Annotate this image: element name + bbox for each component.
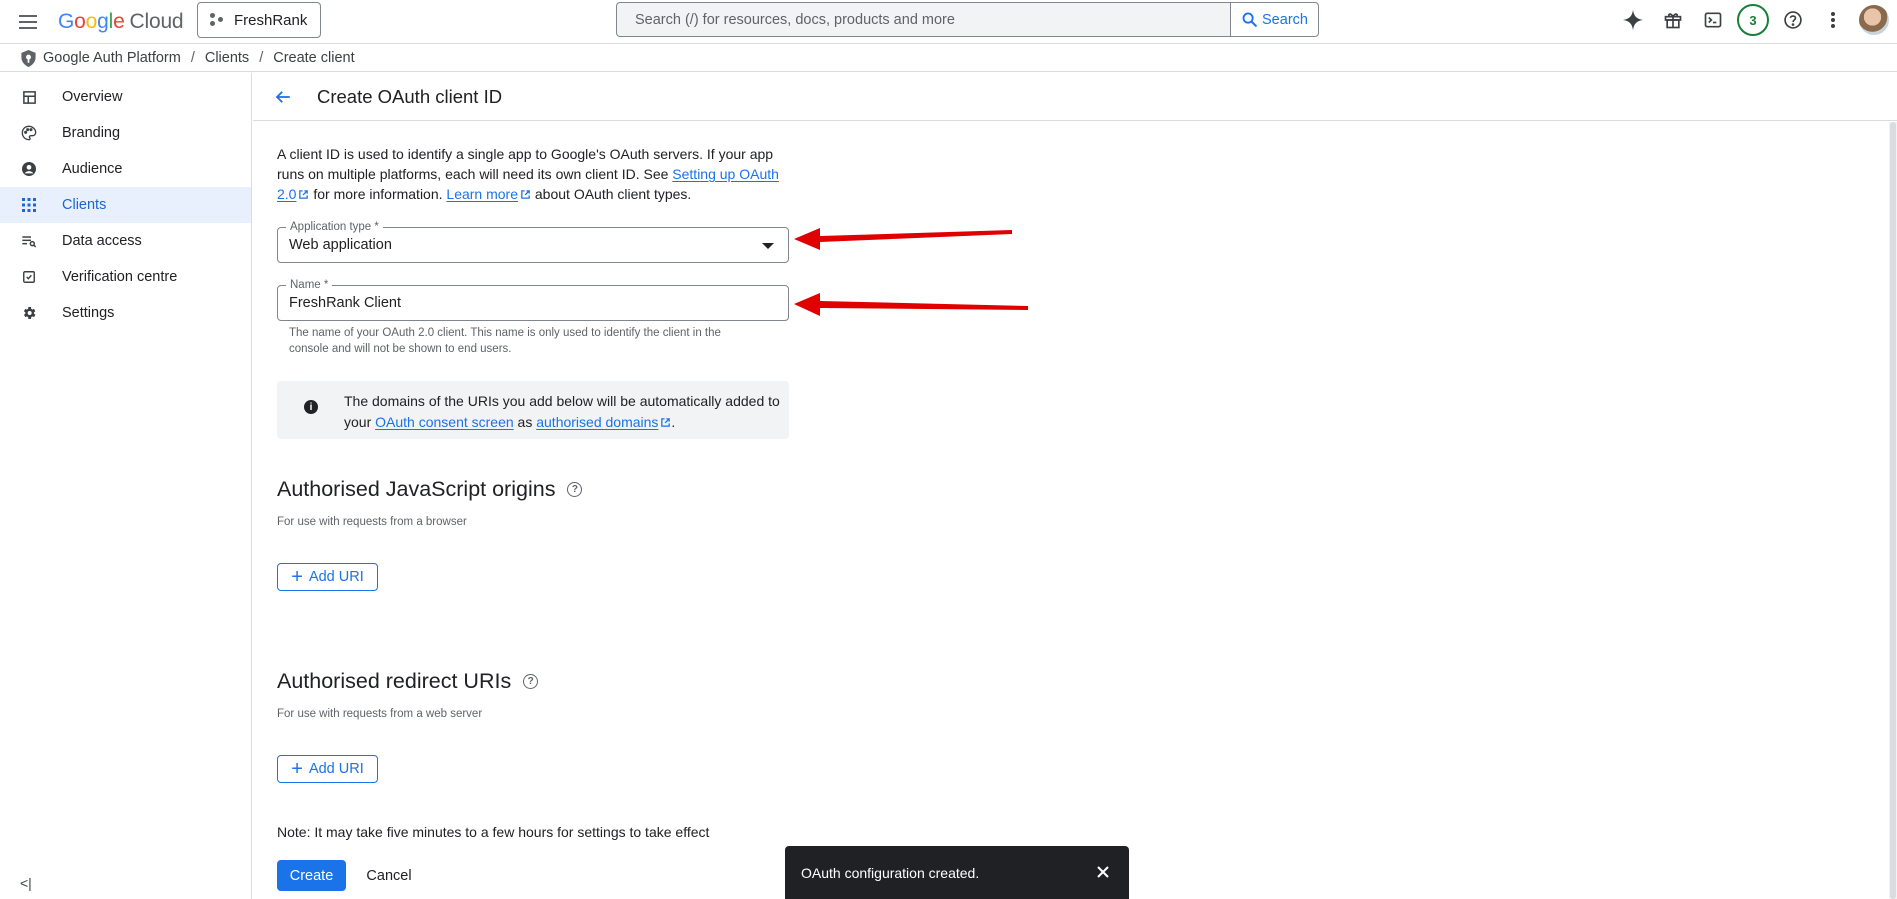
gift-icon[interactable] [1653, 0, 1693, 40]
google-cloud-logo[interactable]: Google Cloud [58, 8, 184, 36]
snackbar: OAuth configuration created. [785, 846, 1129, 899]
search-button[interactable]: Search [1230, 3, 1318, 36]
external-link-icon [521, 190, 530, 199]
annotation-arrow-icon [794, 228, 1012, 250]
add-redirect-uri-button[interactable]: + Add URI [277, 755, 378, 783]
help-icon[interactable]: ? [567, 482, 583, 497]
annotation-arrow-icon [794, 293, 1028, 316]
client-name-hint: The name of your OAuth 2.0 client. This … [289, 327, 721, 355]
js-origins-heading: Authorised JavaScript origins ? [277, 477, 583, 502]
domains-info-text: The domains of the URIs you add below wi… [344, 393, 780, 430]
sidebar: Overview Branding Audience Clients Data … [0, 73, 252, 899]
sidebar-item-data-access[interactable]: Data access [0, 223, 251, 259]
collapse-sidebar-button[interactable]: <| [20, 875, 32, 891]
breadcrumb-item-clients[interactable]: Clients [205, 50, 249, 66]
breadcrumb: Google Auth Platform / Clients / Create … [0, 45, 1897, 72]
help-icon[interactable] [1773, 0, 1813, 40]
checklist-icon [20, 268, 38, 286]
sidebar-item-verification-centre[interactable]: Verification centre [0, 259, 251, 295]
breadcrumb-item-auth-platform[interactable]: Google Auth Platform [43, 50, 181, 66]
top-icons: 3 [1613, 0, 1897, 40]
external-link-icon [299, 190, 309, 199]
scrollbar[interactable] [1889, 122, 1897, 899]
main-menu-icon[interactable] [14, 8, 42, 36]
domains-info-box: i The domains of the URIs you add below … [277, 381, 789, 439]
authorised-domains-link[interactable]: authorised domains [536, 414, 658, 430]
add-js-origin-uri-button[interactable]: + Add URI [277, 563, 378, 591]
cancel-button[interactable]: Cancel [358, 860, 420, 891]
search-bar: Search [616, 2, 1319, 37]
sidebar-item-audience[interactable]: Audience [0, 151, 251, 187]
js-origins-subtitle: For use with requests from a browser [277, 516, 467, 528]
cloud-shell-icon[interactable] [1693, 0, 1733, 40]
person-icon [20, 160, 38, 178]
project-picker-button[interactable]: FreshRank [197, 2, 321, 38]
project-name: FreshRank [234, 11, 308, 29]
search-icon [1242, 12, 1257, 27]
oauth-consent-screen-link[interactable]: OAuth consent screen [375, 414, 514, 430]
learn-more-link[interactable]: Learn more [446, 186, 518, 202]
top-bar: GoogleCloud FreshRank Search 3 [0, 0, 1897, 44]
sidebar-item-branding[interactable]: Branding [0, 115, 251, 151]
application-type-value: Web application [289, 237, 392, 253]
sidebar-item-clients[interactable]: Clients [0, 187, 251, 223]
breadcrumb-item-create-client: Create client [273, 50, 355, 66]
plus-icon: + [291, 566, 303, 588]
external-link-icon [661, 418, 671, 427]
shield-icon [20, 49, 37, 68]
notifications-badge[interactable]: 3 [1733, 0, 1773, 40]
client-name-field[interactable]: Name * FreshRank Client [277, 278, 789, 321]
more-vert-icon[interactable] [1813, 0, 1853, 40]
gemini-sparkle-icon[interactable] [1613, 0, 1653, 40]
create-button[interactable]: Create [277, 860, 346, 891]
application-type-select[interactable]: Application type * Web application [277, 220, 789, 263]
settings-delay-note: Note: It may take five minutes to a few … [277, 824, 710, 840]
snackbar-message: OAuth configuration created. [801, 864, 980, 881]
dashboard-icon [20, 88, 38, 106]
page-title: Create OAuth client ID [317, 85, 503, 107]
grid-icon [20, 196, 38, 214]
client-name-label: Name * [286, 278, 333, 292]
plus-icon: + [291, 758, 303, 780]
intro-text: A client ID is used to identify a single… [277, 146, 779, 202]
search-input[interactable] [617, 3, 1230, 36]
account-avatar[interactable] [1859, 5, 1889, 35]
redirect-uris-subtitle: For use with requests from a web server [277, 708, 483, 720]
page-header: Create OAuth client ID [253, 73, 1897, 121]
redirect-uris-heading: Authorised redirect URIs ? [277, 669, 539, 694]
data-access-icon [20, 232, 38, 250]
dropdown-arrow-icon [762, 243, 774, 249]
help-icon[interactable]: ? [523, 674, 539, 689]
info-icon: i [304, 400, 318, 414]
close-icon[interactable] [1091, 860, 1115, 884]
project-icon [210, 13, 224, 27]
application-type-label: Application type * [286, 220, 383, 234]
gear-icon [20, 304, 38, 322]
scrollbar-thumb[interactable] [1890, 122, 1896, 899]
palette-icon [20, 124, 38, 142]
sidebar-item-settings[interactable]: Settings [0, 295, 251, 331]
back-arrow-icon[interactable] [265, 79, 301, 115]
client-name-value: FreshRank Client [289, 295, 402, 311]
sidebar-item-overview[interactable]: Overview [0, 79, 251, 115]
